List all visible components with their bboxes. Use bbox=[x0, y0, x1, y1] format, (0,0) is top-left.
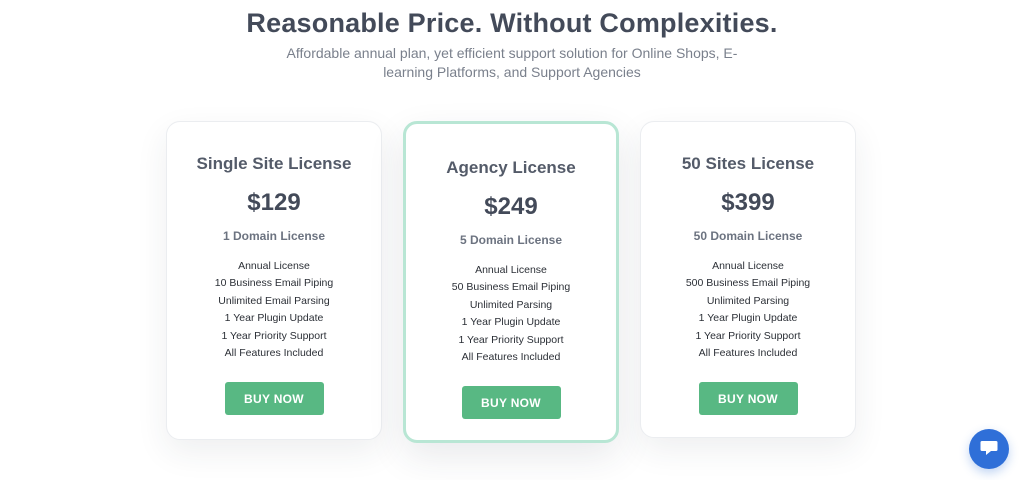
feature-item: Unlimited Email Parsing bbox=[218, 294, 330, 307]
feature-item: Unlimited Parsing bbox=[706, 294, 790, 307]
feature-item: Annual License bbox=[238, 260, 310, 272]
plan-price: $249 bbox=[484, 193, 538, 220]
feature-item: 10 Business Email Piping bbox=[214, 277, 334, 290]
chat-launcher-button[interactable] bbox=[969, 429, 1009, 469]
feature-item: 500 Business Email Piping bbox=[685, 277, 811, 290]
feature-item: Unlimited Parsing bbox=[469, 298, 553, 311]
plan-name: 50 Sites License bbox=[681, 154, 815, 173]
feature-item: All Features Included bbox=[698, 347, 798, 360]
feature-item: All Features Included bbox=[461, 351, 561, 364]
feature-list: Annual License 50 Business Email Piping … bbox=[406, 262, 616, 366]
page-title: Reasonable Price. Without Complexities. bbox=[246, 8, 778, 38]
feature-item: Annual License bbox=[475, 264, 547, 276]
feature-item: 1 Year Priority Support bbox=[695, 329, 801, 342]
plan-name: Single Site License bbox=[196, 154, 352, 173]
feature-item: All Features Included bbox=[224, 347, 324, 360]
feature-item: Annual License bbox=[712, 260, 784, 272]
plan-name: Agency License bbox=[446, 158, 576, 177]
pricing-page: Reasonable Price. Without Complexities. … bbox=[0, 0, 1024, 480]
feature-item: 1 Year Plugin Update bbox=[461, 316, 561, 329]
plan-domain-count: 50 Domain License bbox=[693, 229, 803, 243]
feature-item: 1 Year Priority Support bbox=[221, 329, 327, 342]
feature-item: 1 Year Priority Support bbox=[458, 333, 564, 346]
feature-list: Annual License 10 Business Email Piping … bbox=[167, 258, 381, 362]
page-subtitle: Affordable annual plan, yet efficient su… bbox=[286, 45, 738, 80]
buy-now-button-agency[interactable]: BUY NOW bbox=[461, 386, 561, 420]
plan-price: $399 bbox=[721, 189, 775, 216]
feature-item: 50 Business Email Piping bbox=[451, 281, 571, 294]
plan-domain-count: 5 Domain License bbox=[459, 233, 563, 247]
pricing-card-single-site: Single Site License $129 1 Domain Licens… bbox=[166, 121, 382, 440]
buy-now-button-50-sites[interactable]: BUY NOW bbox=[698, 382, 798, 416]
feature-list: Annual License 500 Business Email Piping… bbox=[641, 258, 855, 362]
pricing-card-agency: Agency License $249 5 Domain License Ann… bbox=[403, 121, 619, 443]
plan-price: $129 bbox=[247, 189, 301, 216]
pricing-card-50-sites: 50 Sites License $399 50 Domain License … bbox=[640, 121, 856, 438]
chat-bubble-icon bbox=[979, 437, 999, 462]
feature-item: 1 Year Plugin Update bbox=[698, 312, 798, 325]
plan-domain-count: 1 Domain License bbox=[222, 229, 326, 243]
buy-now-button-single-site[interactable]: BUY NOW bbox=[224, 382, 324, 416]
feature-item: 1 Year Plugin Update bbox=[224, 312, 324, 325]
